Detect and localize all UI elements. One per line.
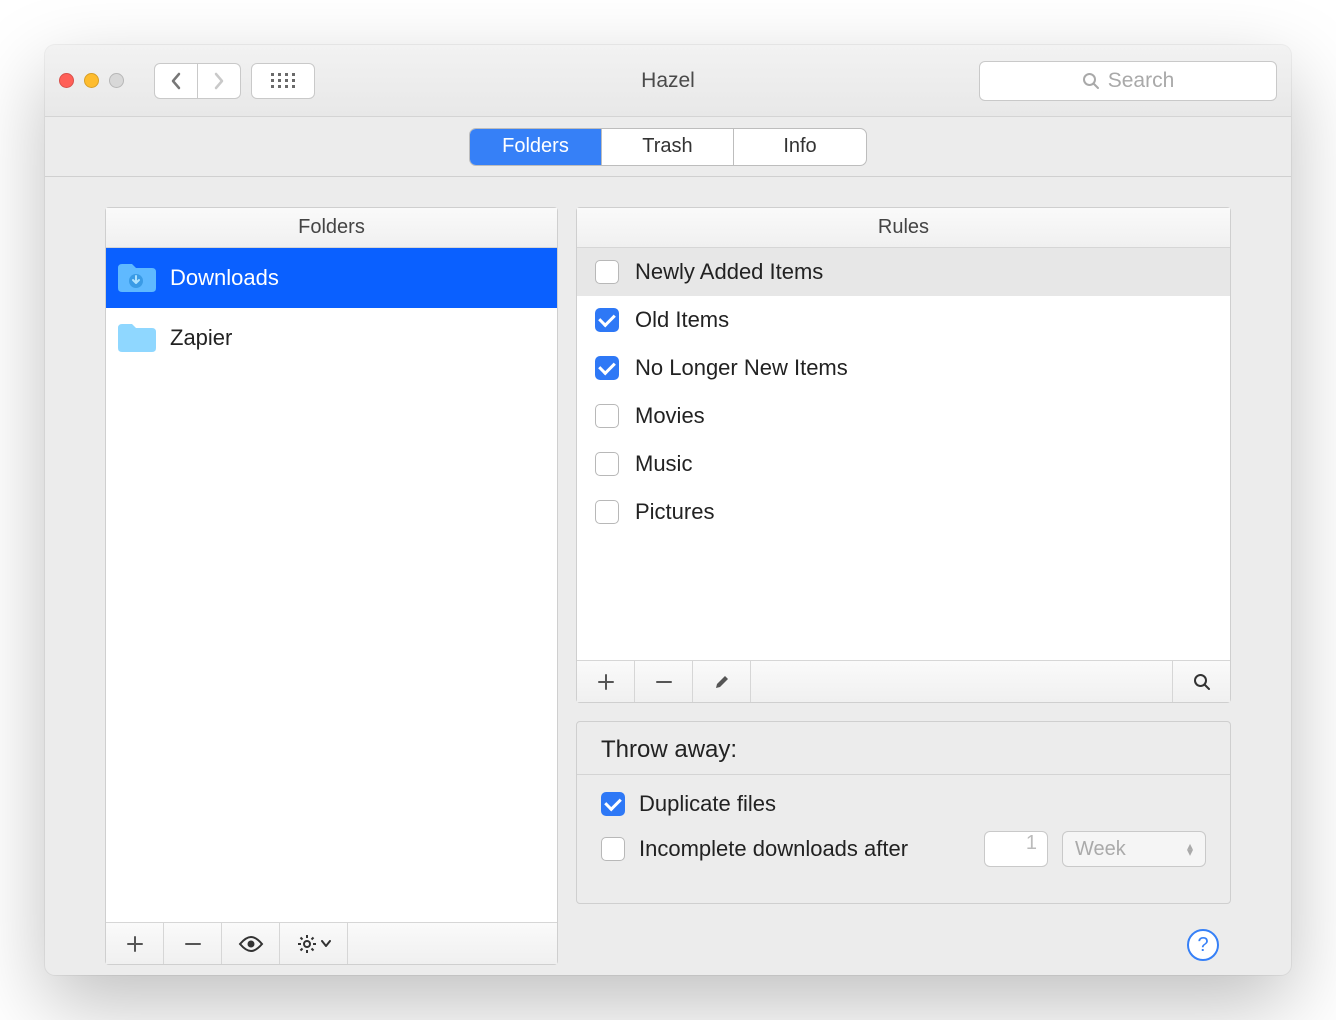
rule-item[interactable]: Music: [577, 440, 1230, 488]
spacer: [751, 661, 1172, 702]
rules-list: Newly Added Items Old Items No Longer Ne…: [577, 248, 1230, 660]
throw-away-title: Throw away:: [601, 736, 1206, 764]
zoom-button: [109, 73, 124, 88]
folder-item-zapier[interactable]: Zapier: [106, 308, 557, 368]
prefpane-window: Hazel Search Folders Trash Info Folders …: [45, 45, 1291, 975]
folder-label: Downloads: [170, 265, 279, 291]
remove-rule-button[interactable]: [635, 661, 693, 702]
stepper-icon: ▴▾: [1187, 843, 1193, 855]
incomplete-number-input[interactable]: 1: [984, 831, 1048, 867]
folders-header: Folders: [106, 208, 557, 248]
search-icon: [1082, 72, 1100, 90]
rule-label: Newly Added Items: [635, 259, 823, 285]
minimize-button[interactable]: [84, 73, 99, 88]
rule-label: Old Items: [635, 307, 729, 333]
close-button[interactable]: [59, 73, 74, 88]
content: Folders Downloads Zapier: [45, 177, 1291, 975]
rule-label: Movies: [635, 403, 705, 429]
preview-button[interactable]: [222, 923, 280, 964]
rule-checkbox[interactable]: [595, 356, 619, 380]
rule-checkbox[interactable]: [595, 308, 619, 332]
traffic-lights: [59, 73, 124, 88]
throw-away-section: Throw away: Duplicate files Incomplete d…: [576, 721, 1231, 904]
folders-panel: Folders Downloads Zapier: [105, 207, 558, 965]
titlebar: Hazel Search: [45, 45, 1291, 117]
nav-buttons: [154, 63, 241, 99]
add-rule-button[interactable]: [577, 661, 635, 702]
search-field[interactable]: Search: [979, 61, 1277, 101]
search-rules-button[interactable]: [1172, 661, 1230, 702]
search-placeholder: Search: [1108, 69, 1175, 93]
gear-icon: [297, 934, 317, 954]
rule-checkbox[interactable]: [595, 452, 619, 476]
tab-trash[interactable]: Trash: [602, 129, 734, 165]
divider: [577, 774, 1230, 775]
rules-footer: [577, 660, 1230, 702]
folder-list: Downloads Zapier: [106, 248, 557, 922]
rule-checkbox[interactable]: [595, 260, 619, 284]
duplicate-files-row: Duplicate files: [601, 791, 1206, 817]
rule-item[interactable]: Old Items: [577, 296, 1230, 344]
duplicate-label: Duplicate files: [639, 791, 776, 817]
gear-menu-button[interactable]: [280, 923, 348, 964]
folder-label: Zapier: [170, 325, 232, 351]
add-folder-button[interactable]: [106, 923, 164, 964]
downloads-folder-icon: [116, 262, 156, 294]
rule-item[interactable]: Movies: [577, 392, 1230, 440]
help-button[interactable]: ?: [1187, 929, 1219, 961]
incomplete-checkbox[interactable]: [601, 837, 625, 861]
rule-item[interactable]: Pictures: [577, 488, 1230, 536]
rule-checkbox[interactable]: [595, 500, 619, 524]
rule-item[interactable]: No Longer New Items: [577, 344, 1230, 392]
tab-folders[interactable]: Folders: [470, 129, 602, 165]
rule-label: Pictures: [635, 499, 714, 525]
folder-icon: [116, 322, 156, 354]
show-all-button[interactable]: [251, 63, 315, 99]
select-value: Week: [1075, 838, 1126, 861]
rule-label: No Longer New Items: [635, 355, 848, 381]
duplicate-checkbox[interactable]: [601, 792, 625, 816]
incomplete-label: Incomplete downloads after: [639, 836, 908, 862]
rule-label: Music: [635, 451, 692, 477]
folder-item-downloads[interactable]: Downloads: [106, 248, 557, 308]
search-icon: [1193, 673, 1211, 691]
window-title: Hazel: [641, 69, 695, 93]
edit-rule-button[interactable]: [693, 661, 751, 702]
right-column: Rules Newly Added Items Old Items No Lon…: [576, 207, 1231, 965]
tab-bar: Folders Trash Info: [45, 117, 1291, 177]
remove-folder-button[interactable]: [164, 923, 222, 964]
chevron-down-icon: [321, 940, 331, 948]
folders-footer: [106, 922, 557, 964]
rule-checkbox[interactable]: [595, 404, 619, 428]
rules-header: Rules: [577, 208, 1230, 248]
rule-item[interactable]: Newly Added Items: [577, 248, 1230, 296]
tabs: Folders Trash Info: [469, 128, 867, 166]
incomplete-downloads-row: Incomplete downloads after 1 Week ▴▾: [601, 831, 1206, 867]
back-button[interactable]: [154, 63, 198, 99]
rules-panel: Rules Newly Added Items Old Items No Lon…: [576, 207, 1231, 703]
tab-info[interactable]: Info: [734, 129, 866, 165]
forward-button[interactable]: [198, 63, 241, 99]
incomplete-unit-select[interactable]: Week ▴▾: [1062, 831, 1206, 867]
